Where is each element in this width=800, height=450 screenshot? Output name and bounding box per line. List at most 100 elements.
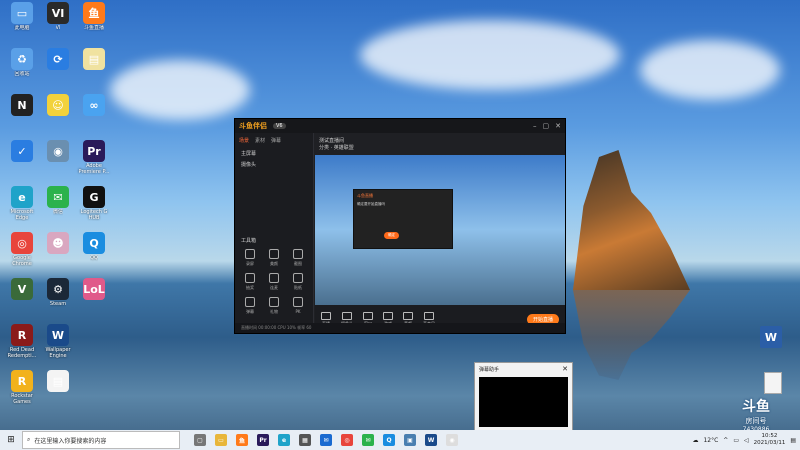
desktop-icon[interactable]: G Logitech G HUB bbox=[76, 186, 112, 232]
rock-formation bbox=[573, 150, 690, 290]
chrome-icon: ◎ bbox=[11, 232, 33, 254]
sidebar-tabs: 场景 素材 弹幕 bbox=[235, 133, 313, 148]
gta-icon: V bbox=[11, 278, 33, 300]
desktop-icon[interactable]: ◎ Google Chrome bbox=[4, 232, 40, 278]
desktop-icon-label: Steam bbox=[49, 301, 67, 307]
mail-icon[interactable]: ✉ bbox=[320, 434, 332, 446]
preview-dialog-button[interactable]: 确定 bbox=[384, 232, 399, 239]
source-icon bbox=[321, 311, 331, 320]
tool-button[interactable]: 录屏 bbox=[239, 249, 261, 271]
tool-icon bbox=[269, 297, 279, 307]
sidebar-row[interactable]: 主屏幕 bbox=[235, 148, 313, 159]
desktop-icon[interactable]: ▭ 此电脑 bbox=[4, 2, 40, 48]
file-explorer-icon[interactable]: ▭ bbox=[215, 434, 227, 446]
sidebar: 场景 素材 弹幕 主屏幕 摄像头 工具箱 录屏 美颜 截图 抽奖 连麦 贴纸 弹幕 礼物 PK bbox=[235, 133, 314, 333]
danmaku-titlebar[interactable]: 弹幕助手 ✕ bbox=[475, 363, 572, 375]
volume-icon[interactable]: ◁ bbox=[744, 437, 749, 444]
tool-icon bbox=[245, 249, 255, 259]
tool-label: 礼物 bbox=[270, 309, 278, 314]
tool-icon bbox=[293, 297, 303, 307]
tool-button[interactable]: 礼物 bbox=[263, 297, 285, 319]
recycle-bin-icon: ♻ bbox=[11, 48, 33, 70]
premiere-icon: Pr bbox=[83, 140, 105, 162]
weather-icon[interactable]: ☁ bbox=[692, 437, 698, 444]
file-icon[interactable] bbox=[764, 372, 782, 394]
desktop-icon[interactable]: ▤ bbox=[40, 370, 76, 416]
store-icon[interactable]: ▦ bbox=[299, 434, 311, 446]
cloud bbox=[110, 60, 250, 120]
edge-task-icon[interactable]: e bbox=[278, 434, 290, 446]
desktop-icon[interactable]: R Rockstar Games bbox=[4, 370, 40, 416]
desktop-icon[interactable]: N bbox=[4, 94, 40, 140]
desktop-icon[interactable]: e Microsoft Edge bbox=[4, 186, 40, 232]
desktop-icon[interactable]: VI VI bbox=[40, 2, 76, 48]
taskbar-apps: ▢ ▭ 鱼 Pr e ▦ ✉ ◎ ✉ Q ▣ W ◉ bbox=[194, 434, 458, 446]
tool-button[interactable]: 连麦 bbox=[263, 273, 285, 295]
sidebar-tab[interactable]: 场景 bbox=[239, 137, 249, 144]
tool-button[interactable]: PK bbox=[287, 297, 309, 319]
anime-icon: ☻ bbox=[47, 232, 69, 254]
tool-button[interactable]: 贴纸 bbox=[287, 273, 309, 295]
weather-temp[interactable]: 12°C bbox=[703, 437, 718, 444]
search-placeholder: 在这里输入你要搜索的内容 bbox=[34, 437, 107, 445]
sidebar-row[interactable]: 摄像头 bbox=[235, 159, 313, 170]
chevron-up-icon[interactable]: ^ bbox=[723, 437, 728, 444]
desktop-icon[interactable]: ⟳ bbox=[40, 48, 76, 94]
desktop-icon[interactable]: W Wallpaper Engine bbox=[40, 324, 76, 370]
chrome-task-icon[interactable]: ◎ bbox=[341, 434, 353, 446]
minimize-icon[interactable]: – bbox=[533, 122, 537, 130]
wallpaper-engine-icon: W bbox=[47, 324, 69, 346]
wechat-task-icon[interactable]: ✉ bbox=[362, 434, 374, 446]
taskbar-search[interactable]: ⌕ 在这里输入你要搜索的内容 bbox=[22, 431, 180, 449]
network-icon[interactable]: ▭ bbox=[733, 437, 739, 444]
danmaku-title: 弹幕助手 bbox=[479, 366, 500, 373]
desktop-icon[interactable]: Q QQ bbox=[76, 232, 112, 278]
douyu-task-icon[interactable]: 鱼 bbox=[236, 434, 248, 446]
desktop-icon[interactable]: ✓ bbox=[4, 140, 40, 186]
qq-task-icon[interactable]: Q bbox=[383, 434, 395, 446]
windows-start-icon[interactable]: ⊞ bbox=[0, 435, 22, 445]
sidebar-tab[interactable]: 弹幕 bbox=[271, 137, 281, 144]
desktop-icon[interactable]: V bbox=[4, 278, 40, 324]
desktop-icon[interactable]: Pr Adobe Premiere P... bbox=[76, 140, 112, 186]
window-titlebar[interactable]: 斗鱼伴侣 V6 – ▢ ✕ bbox=[235, 119, 565, 133]
desktop-icon[interactable]: ∞ bbox=[76, 94, 112, 140]
version-badge: V6 bbox=[273, 123, 286, 129]
notification-icon[interactable]: ▤ bbox=[790, 437, 796, 444]
room-category[interactable]: 分类 · 英雄联盟 bbox=[319, 144, 565, 151]
search-icon: ⌕ bbox=[27, 436, 31, 443]
desktop-icon[interactable]: ▤ bbox=[76, 48, 112, 94]
desktop-icon[interactable]: ☻ bbox=[40, 232, 76, 278]
desktop-icon[interactable]: ☺ bbox=[40, 94, 76, 140]
desktop-icon[interactable]: 鱼斗鱼直播 bbox=[76, 2, 112, 48]
tool-button[interactable]: 抽奖 bbox=[239, 273, 261, 295]
sidebar-tab[interactable]: 素材 bbox=[255, 137, 265, 144]
qq-icon: Q bbox=[83, 232, 105, 254]
wallpaper-task-icon[interactable]: W bbox=[425, 434, 437, 446]
desktop-icon[interactable]: ♻ 回收站 bbox=[4, 48, 40, 94]
desktop-icon[interactable]: LoL bbox=[76, 278, 112, 324]
source-icon bbox=[424, 311, 434, 320]
tool-button[interactable]: 美颜 bbox=[263, 249, 285, 271]
tool-button[interactable]: 弹幕 bbox=[239, 297, 261, 319]
desktop-icon[interactable] bbox=[76, 324, 112, 370]
desktop-icon[interactable]: R Red Dead Redempti... bbox=[4, 324, 40, 370]
desktop-icon[interactable]: ◉ bbox=[40, 140, 76, 186]
premiere-task-icon[interactable]: Pr bbox=[257, 434, 269, 446]
stream-preview[interactable]: 斗鱼直播 确定要开始直播吗 确定 bbox=[315, 155, 565, 305]
photo-icon[interactable]: ▣ bbox=[404, 434, 416, 446]
desktop-icon[interactable]: ✉ 微信 bbox=[40, 186, 76, 232]
close-icon[interactable]: ✕ bbox=[562, 365, 568, 373]
maximize-icon[interactable]: ▢ bbox=[543, 122, 550, 130]
desktop-icon-label: Microsoft Edge bbox=[10, 209, 34, 221]
close-icon[interactable]: ✕ bbox=[555, 122, 561, 130]
desktop-icon[interactable]: ⚙ Steam bbox=[40, 278, 76, 324]
word-document-icon[interactable]: W bbox=[760, 326, 782, 348]
clock[interactable]: 10:52 2021/03/11 bbox=[754, 433, 786, 447]
ball-task-icon[interactable]: ◉ bbox=[446, 434, 458, 446]
task-view-icon[interactable]: ▢ bbox=[194, 434, 206, 446]
tool-button[interactable]: 截图 bbox=[287, 249, 309, 271]
desktop-icon-label: 回收站 bbox=[14, 71, 30, 77]
tool-icon bbox=[293, 249, 303, 259]
tool-label: 弹幕 bbox=[246, 309, 254, 314]
